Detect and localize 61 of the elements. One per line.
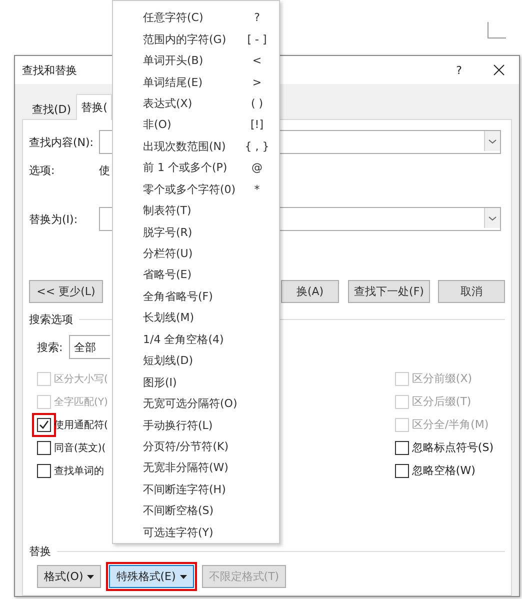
menu-item[interactable]: 不间断空格(S) <box>113 500 279 522</box>
window-title: 查找和替换 <box>22 62 78 78</box>
dialog-button[interactable]: << 更少(L) <box>29 280 103 303</box>
checkbox-label: 区分后缀(T) <box>412 394 472 409</box>
checkbox[interactable] <box>37 464 51 478</box>
checkbox-label: 全字匹配(Y) <box>54 396 108 408</box>
menu-item[interactable]: 1/4 全角空格(4) <box>113 328 279 350</box>
checkbox-label: 忽略标点符号(S) <box>412 440 494 455</box>
menu-item[interactable]: 表达式(X) ( ) <box>113 92 279 114</box>
menu-item[interactable]: 制表符(T) <box>113 200 279 222</box>
checkbox-label: 区分大小写( <box>54 372 108 386</box>
help-button[interactable]: ? <box>439 64 479 76</box>
format-button[interactable]: 格式(O) <box>37 565 102 588</box>
checkbox[interactable] <box>394 464 409 478</box>
search-select[interactable]: 全部 <box>69 335 110 359</box>
caret-icon <box>87 574 94 578</box>
field-label: 替换为(I): <box>29 212 79 226</box>
caret-icon <box>180 574 187 578</box>
menu-item[interactable]: 无宽非分隔符(W) <box>113 457 279 479</box>
menu-item[interactable]: 出现次数范围(N) { , } <box>113 136 279 158</box>
menu-item[interactable]: 范围内的字符(G) [ - ] <box>113 28 279 50</box>
menu-item[interactable]: 单词结尾(E) > <box>113 71 279 93</box>
checkbox[interactable] <box>37 418 51 432</box>
check-icon <box>39 420 49 430</box>
menu-item[interactable]: 图形(I) <box>113 371 279 393</box>
close-icon <box>493 64 505 76</box>
checkbox-label: 同音(英文)( <box>54 442 106 454</box>
menu-item[interactable]: 前 1 个或多个(P) @ <box>113 157 279 178</box>
menu-item[interactable]: 短划线(D) <box>113 350 279 372</box>
dialog-button[interactable]: 查找下一处(F) <box>348 280 430 303</box>
checkbox-label: 区分全/半角(M) <box>412 417 489 432</box>
checkbox-label: 忽略空格(W) <box>412 463 476 478</box>
format-button[interactable]: 特殊格式(E) <box>109 565 194 588</box>
field-label: 查找内容(N): <box>29 134 95 150</box>
section-title: 替换 <box>29 544 51 559</box>
menu-item[interactable]: 不间断连字符(H) <box>113 478 279 500</box>
menu-item[interactable]: 零个或多个字符(0) * <box>113 178 279 200</box>
checkbox-label: 查找单词的 <box>54 464 104 478</box>
menu-item[interactable]: 全角省略号(F) <box>113 286 279 308</box>
search-label: 搜索: <box>37 340 64 354</box>
menu-item[interactable]: 省略号(E) <box>113 264 279 286</box>
menu-item[interactable]: 非(O) [!] <box>113 114 279 136</box>
menu-item[interactable]: 脱字号(R) <box>113 221 279 243</box>
menu-item[interactable]: 可选连字符(Y) <box>113 522 279 543</box>
menu-item[interactable]: 单词开头(B) < <box>113 50 279 72</box>
dialog-button[interactable]: 换(A) <box>281 280 339 303</box>
menu-item[interactable]: 分栏符(U) <box>113 242 279 264</box>
dialog-button[interactable]: 取消 <box>438 280 505 303</box>
menu-item[interactable]: 分页符/分节符(K) <box>113 436 279 458</box>
menu-item[interactable]: 任意字符(C) ? <box>113 7 279 28</box>
tab[interactable]: 替换( <box>76 94 112 120</box>
menu-item[interactable]: 无宽可选分隔符(O) <box>113 392 279 414</box>
checkbox[interactable] <box>394 440 409 454</box>
section-title: 搜索选项 <box>29 312 73 327</box>
options-value: 使 <box>99 163 110 178</box>
options-label: 选项: <box>29 163 56 178</box>
checkbox-label: 区分前缀(X) <box>412 371 472 386</box>
checkbox[interactable] <box>37 440 51 454</box>
menu-item[interactable]: 手动换行符(L) <box>113 414 279 436</box>
menu-item[interactable]: 长划线(M) <box>113 307 279 329</box>
tab[interactable]: 查找(D) <box>27 98 76 120</box>
